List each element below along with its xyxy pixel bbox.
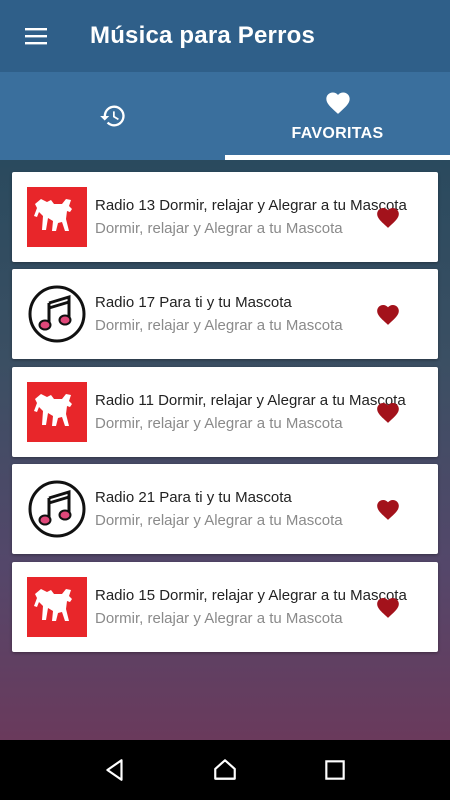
station-title: Radio 11 Dormir, relajar y Alegrar a tu … [95, 392, 406, 409]
music-note-icon [27, 284, 87, 344]
app-title: Música para Perros [90, 22, 316, 49]
dog-logo-icon [27, 382, 87, 442]
favorite-heart-icon[interactable] [375, 497, 401, 521]
back-icon[interactable] [102, 757, 128, 783]
station-card[interactable]: Radio 15 Dormir, relajar y Alegrar a tu … [12, 562, 438, 652]
dog-logo-icon [27, 577, 87, 637]
favorite-heart-icon[interactable] [375, 302, 401, 326]
station-subtitle: Dormir, relajar y Alegrar a tu Mascota [95, 415, 343, 432]
station-card[interactable]: Radio 13 Dormir, relajar y Alegrar a tu … [12, 172, 438, 262]
home-icon[interactable] [212, 757, 238, 783]
hamburger-menu-icon [25, 28, 47, 45]
station-subtitle: Dormir, relajar y Alegrar a tu Mascota [95, 220, 343, 237]
station-subtitle: Dormir, relajar y Alegrar a tu Mascota [95, 512, 343, 529]
menu-button[interactable] [0, 0, 72, 72]
station-title: Radio 13 Dormir, relajar y Alegrar a tu … [95, 197, 407, 214]
music-note-icon [27, 479, 87, 539]
station-subtitle: Dormir, relajar y Alegrar a tu Mascota [95, 610, 343, 627]
favorite-heart-icon[interactable] [375, 205, 401, 229]
dog-logo-icon [27, 187, 87, 247]
favorite-heart-icon[interactable] [375, 595, 401, 619]
station-title: Radio 15 Dormir, relajar y Alegrar a tu … [95, 587, 407, 604]
recents-icon[interactable] [322, 757, 348, 783]
system-nav-bar [0, 740, 450, 800]
tab-favoritas[interactable]: FAVORITAS [225, 72, 450, 160]
history-icon [99, 105, 125, 127]
station-title: Radio 17 Para ti y tu Mascota [95, 294, 292, 311]
station-subtitle: Dormir, relajar y Alegrar a tu Mascota [95, 317, 343, 334]
favorite-heart-icon[interactable] [375, 400, 401, 424]
station-card[interactable]: Radio 21 Para ti y tu Mascota Dormir, re… [12, 464, 438, 554]
tab-bar: FAVORITAS [0, 72, 450, 160]
station-card[interactable]: Radio 17 Para ti y tu Mascota Dormir, re… [12, 269, 438, 359]
tab-favoritas-label: FAVORITAS [291, 125, 384, 142]
station-card[interactable]: Radio 11 Dormir, relajar y Alegrar a tu … [12, 367, 438, 457]
favorites-list: Radio 13 Dormir, relajar y Alegrar a tu … [0, 160, 450, 740]
station-title: Radio 21 Para ti y tu Mascota [95, 489, 292, 506]
tab-history[interactable] [0, 72, 225, 160]
heart-icon [325, 92, 350, 114]
app-bar: Música para Perros [0, 0, 450, 72]
